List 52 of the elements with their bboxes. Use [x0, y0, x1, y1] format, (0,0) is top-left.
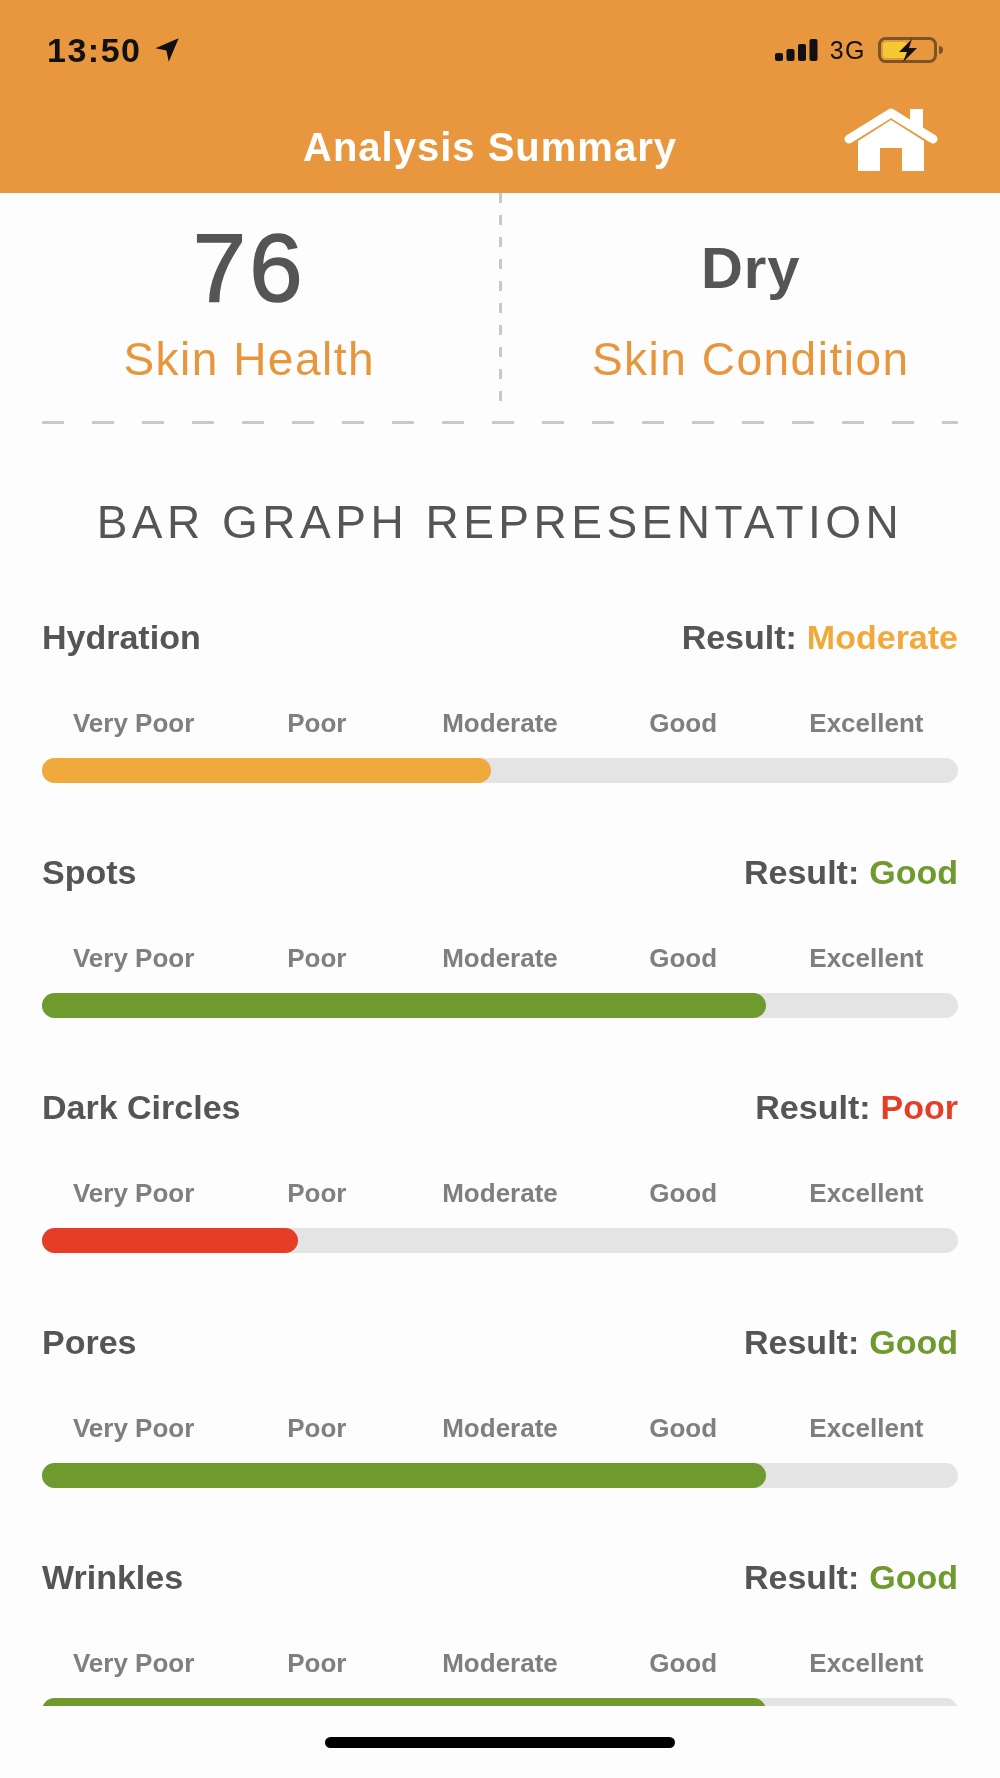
scale-label: Very Poor [72, 1178, 195, 1208]
scale-label: Moderate [442, 1413, 558, 1443]
scale-label: Moderate [442, 943, 558, 973]
scale-label: Moderate [442, 708, 558, 738]
result-value: Good [869, 1324, 958, 1362]
scale-label: Poor [287, 1413, 347, 1443]
scale-label: Very Poor [72, 1648, 195, 1678]
signal-icon [774, 39, 818, 61]
scale-label: Very Poor [72, 708, 195, 738]
metric-name: Wrinkles [42, 1559, 184, 1597]
status-time: 13:50 [47, 33, 142, 67]
scale-label: Moderate [442, 1648, 558, 1678]
scale-label: Excellent [809, 708, 924, 738]
result-value: Moderate [806, 619, 958, 657]
scale-label: Excellent [809, 943, 924, 973]
summary-label: Skin Health [123, 333, 376, 385]
battery-charging-icon [878, 37, 944, 63]
scale-label: Excellent [809, 1178, 924, 1208]
scale-label: Very Poor [72, 1413, 195, 1443]
scale-label: Poor [287, 708, 347, 738]
scale-label: Poor [287, 1178, 347, 1208]
scale-label: Poor [287, 943, 347, 973]
scale-label: Moderate [442, 1178, 558, 1208]
result-label: Result: [744, 854, 860, 892]
result-label: Result: [744, 1324, 860, 1362]
screen-title: Analysis Summary [303, 123, 677, 171]
home-button[interactable] [844, 108, 938, 171]
metric-name: Hydration [42, 619, 201, 657]
scale-label: Poor [287, 1648, 347, 1678]
metric-name: Dark Circles [42, 1089, 241, 1127]
home-icon [844, 108, 938, 171]
metric-name: Pores [42, 1324, 137, 1362]
scale-label: Good [649, 1648, 718, 1678]
score-value: 76 [192, 223, 306, 313]
scale-label: Excellent [809, 1413, 924, 1443]
scale-label: Good [649, 1178, 718, 1208]
result-label: Result: [755, 1089, 871, 1127]
scale-label: Excellent [809, 1648, 924, 1678]
result-label: Result: [681, 619, 797, 657]
scale-label: Very Poor [72, 943, 195, 973]
result-label: Result: [744, 1559, 860, 1597]
result-value: Good [869, 1559, 958, 1597]
scale-label: Good [649, 708, 718, 738]
result-value: Good [869, 854, 958, 892]
scale-label: Good [649, 943, 718, 973]
result-value: Poor [880, 1089, 958, 1127]
metric-name: Spots [42, 854, 137, 892]
scale-label: Good [649, 1413, 718, 1443]
network-type: 3G [829, 37, 866, 63]
summary-label: Skin Condition [591, 333, 910, 385]
summary-value: Dry [700, 234, 801, 302]
section-heading: BAR GRAPH REPRESENTATION [95, 495, 905, 550]
